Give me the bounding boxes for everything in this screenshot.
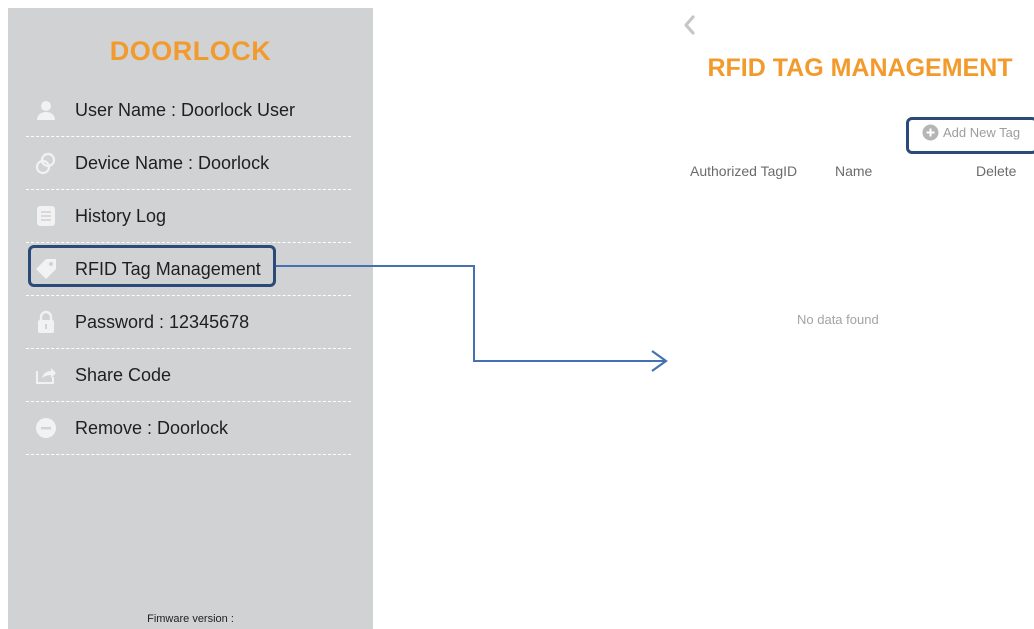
menu-item-rfid-tag-management[interactable]: RFID Tag Management: [26, 243, 351, 296]
page-title: RFID TAG MANAGEMENT: [707, 54, 1013, 82]
menu-item-label: History Log: [75, 205, 167, 226]
add-new-tag-label: Add New Tag: [943, 125, 1021, 140]
app-brand: DOORLOCK: [109, 36, 272, 66]
column-header-name: Name: [835, 163, 873, 179]
back-chevron-icon[interactable]: [682, 14, 696, 41]
device-icon: [33, 150, 59, 176]
menu-item-label: RFID Tag Management: [75, 258, 261, 279]
menu-item-label: User Name : Doorlock User: [75, 99, 296, 120]
menu-item-remove-device[interactable]: Remove : Doorlock: [26, 402, 351, 455]
menu-item-share-code[interactable]: Share Code: [26, 349, 351, 402]
add-new-tag-button[interactable]: Add New Tag: [922, 124, 1020, 141]
menu-item-user-name[interactable]: User Name : Doorlock User: [26, 84, 351, 137]
column-header-tagid: Authorized TagID: [690, 163, 798, 179]
remove-icon: [33, 415, 59, 441]
menu-item-label: Password : 12345678: [75, 311, 250, 332]
firmware-version: Fimware version :: [147, 613, 234, 625]
menu-list: User Name : Doorlock User Device Name : …: [26, 84, 351, 455]
menu-item-device-name[interactable]: Device Name : Doorlock: [26, 137, 351, 190]
menu-item-label: Remove : Doorlock: [75, 417, 229, 438]
user-icon: [33, 97, 59, 123]
plus-circle-icon: [922, 124, 939, 141]
empty-state-message: No data found: [797, 312, 879, 327]
tag-icon: [33, 256, 59, 282]
menu-item-label: Share Code: [75, 364, 172, 385]
sidebar-menu: DOORLOCK User Name : Doorlock User Devic…: [8, 8, 373, 629]
history-icon: [33, 203, 59, 229]
menu-item-history-log[interactable]: History Log: [26, 190, 351, 243]
menu-item-password[interactable]: Password : 12345678: [26, 296, 351, 349]
menu-item-label: Device Name : Doorlock: [75, 152, 270, 173]
lock-icon: [33, 309, 59, 335]
column-header-delete: Delete: [976, 163, 1017, 179]
share-icon: [33, 362, 59, 388]
